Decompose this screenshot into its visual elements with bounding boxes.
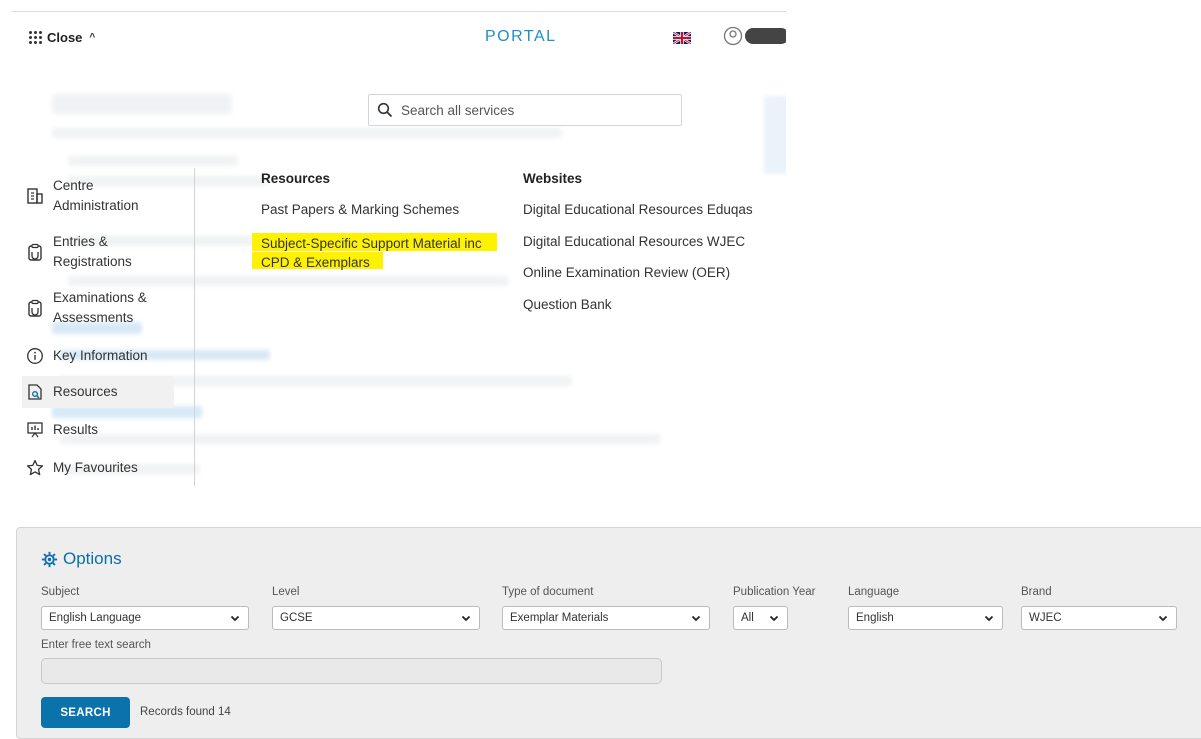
sidebar-item-results[interactable]: Results <box>22 418 174 442</box>
portal-menu-panel: Close ^ PORTAL Search all services Centr… <box>0 0 786 500</box>
portal-brand-title: PORTAL <box>485 28 557 45</box>
presentation-icon <box>27 422 43 438</box>
options-title-text: Options <box>63 549 122 568</box>
blurred-side-card <box>764 96 786 174</box>
search-icon <box>377 102 393 118</box>
records-found-count: Records found 14 <box>140 706 231 718</box>
search-box[interactable] <box>368 94 682 126</box>
user-name-redacted[interactable] <box>745 28 786 44</box>
top-bar: Close ^ PORTAL <box>0 12 786 64</box>
chevron-down-icon <box>461 615 471 622</box>
subject-label: Subject <box>41 586 80 598</box>
publication-year-value: All <box>741 612 754 624</box>
document-type-select[interactable]: Exemplar Materials <box>502 606 710 630</box>
star-icon <box>26 459 44 476</box>
link-oer[interactable]: Online Examination Review (OER) <box>523 265 730 280</box>
level-label: Level <box>272 586 300 598</box>
sidebar-item-centre-administration[interactable]: Centre Administration <box>22 176 174 216</box>
brand-value: WJEC <box>1029 612 1062 624</box>
level-select[interactable]: GCSE <box>272 606 480 630</box>
chevron-down-icon <box>1158 615 1168 622</box>
document-type-value: Exemplar Materials <box>510 612 609 624</box>
free-text-search-input[interactable] <box>41 658 662 684</box>
link-subject-specific-support[interactable]: Subject-Specific Support Material inc CP… <box>261 234 482 272</box>
options-title: Options <box>41 549 122 569</box>
chevron-down-icon <box>984 615 994 622</box>
blurred-heading <box>52 94 232 114</box>
apps-grid-icon <box>29 31 42 44</box>
chevron-down-icon <box>769 615 779 622</box>
websites-heading: Websites <box>523 171 583 186</box>
link-question-bank[interactable]: Question Bank <box>523 297 612 312</box>
chevron-down-icon <box>230 615 240 622</box>
sidebar-item-label: Entries & Registrations <box>53 234 132 269</box>
brand-select[interactable]: WJEC <box>1021 606 1177 630</box>
publication-year-select[interactable]: All <box>733 606 788 630</box>
sidebar-item-examinations-assessments[interactable]: Examinations & Assessments <box>22 288 174 328</box>
clipboard-icon <box>28 243 42 261</box>
info-icon <box>27 348 43 364</box>
sidebar-item-label: Key Information <box>53 348 148 363</box>
blurred-text <box>68 156 238 166</box>
document-type-label: Type of document <box>502 586 594 598</box>
subject-value: English Language <box>49 612 142 624</box>
close-label: Close <box>47 30 83 45</box>
sidebar-item-entries-registrations[interactable]: Entries & Registrations <box>22 232 174 272</box>
search-input[interactable] <box>399 101 673 119</box>
link-past-papers[interactable]: Past Papers & Marking Schemes <box>261 202 459 217</box>
chevron-up-icon: ^ <box>89 32 96 43</box>
language-label: Language <box>848 586 900 598</box>
free-text-label: Enter free text search <box>41 639 151 651</box>
link-der-eduqas[interactable]: Digital Educational Resources Eduqas <box>523 202 753 217</box>
publication-year-label: Publication Year <box>733 586 816 598</box>
chevron-down-icon <box>691 615 701 622</box>
close-menu-button[interactable]: Close ^ <box>29 30 95 45</box>
link-line: Subject-Specific Support Material inc <box>261 236 482 251</box>
sidebar-item-my-favourites[interactable]: My Favourites <box>22 456 174 480</box>
resources-heading: Resources <box>261 171 331 186</box>
clipboard-icon <box>28 299 42 317</box>
sidebar-item-label: Results <box>53 422 99 437</box>
sidebar-item-label: Examinations & Assessments <box>53 290 147 325</box>
user-account-icon[interactable] <box>723 26 743 46</box>
gear-icon <box>41 551 58 567</box>
search-button[interactable]: SEARCH <box>41 697 130 728</box>
sidebar-item-label: My Favourites <box>53 460 138 475</box>
language-value: English <box>856 612 894 624</box>
uk-flag-icon[interactable] <box>673 32 691 44</box>
language-select[interactable]: English <box>848 606 1003 630</box>
sidebar-item-label: Centre Administration <box>53 178 139 213</box>
sidebar-item-label: Resources <box>53 384 118 399</box>
link-der-wjec[interactable]: Digital Educational Resources WJEC <box>523 234 745 249</box>
blurred-text <box>52 128 562 138</box>
options-panel: Options Subject Level Type of document P… <box>16 527 1201 739</box>
level-value: GCSE <box>280 612 313 624</box>
building-icon <box>27 188 43 204</box>
document-search-icon <box>28 384 42 400</box>
sidebar-item-resources[interactable]: Resources <box>22 376 174 408</box>
brand-label: Brand <box>1021 586 1052 598</box>
sidebar-item-key-information[interactable]: Key Information <box>22 344 174 368</box>
subject-select[interactable]: English Language <box>41 606 249 630</box>
link-line: CPD & Exemplars <box>261 255 370 270</box>
sidebar-nav: Centre Administration Entries & Registrati… <box>22 168 195 486</box>
